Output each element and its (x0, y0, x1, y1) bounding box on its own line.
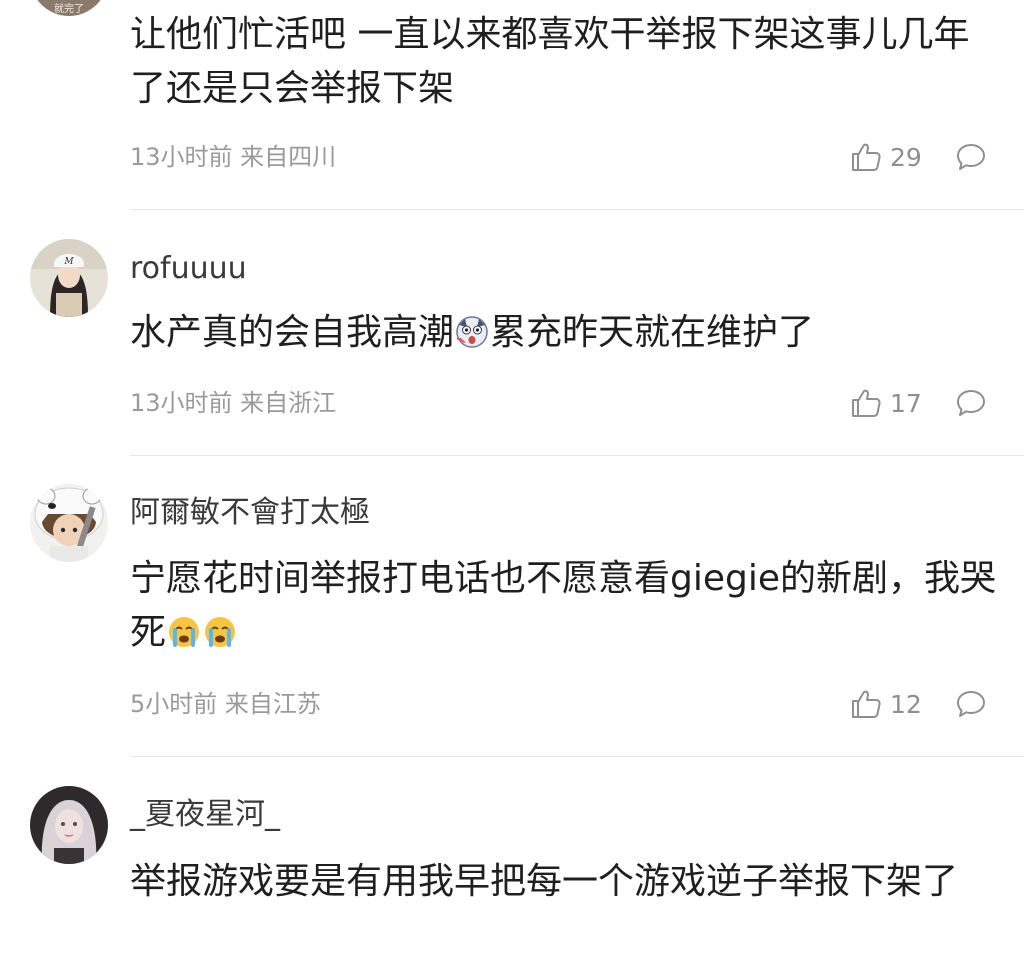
comment-text: 宁愿花时间举报打电话也不愿意看giegie的新剧，我哭死 (130, 552, 1000, 660)
comment-text: 水产真的会自我高潮 累充昨天就在维护了 (130, 306, 1000, 360)
thumbs-up-icon (850, 688, 882, 720)
thumbs-up-icon (850, 387, 882, 419)
like-count: 29 (890, 142, 922, 172)
avatar[interactable]: 就完了 (30, 0, 108, 16)
divider (130, 756, 1024, 757)
comment-meta: 13小时前 来自四川 (130, 143, 337, 171)
comment-meta: 5小时前 来自江苏 (130, 690, 321, 718)
comment-text: 让他们忙活吧 一直以来都喜欢干举报下架这事儿几年了还是只会举报下架 (130, 14, 970, 109)
avatar-caption: 就完了 (54, 2, 84, 15)
cap-letter: M (63, 257, 74, 267)
crying-face-emoji (169, 617, 200, 647)
comment-text-part: 宁愿花时间举报打电话也不愿意看giegie的新剧，我哭死 (130, 558, 997, 653)
like-button[interactable]: 12 (850, 688, 922, 720)
speech-bubble-icon (955, 141, 987, 173)
thumbs-up-icon (850, 141, 882, 173)
username[interactable]: _夏夜星河_ (130, 800, 280, 830)
comment-text-part: 水产真的会自我高潮 (130, 312, 455, 353)
reply-button[interactable] (955, 387, 987, 419)
like-count: 17 (890, 388, 922, 418)
comment-meta: 13小时前 来自浙江 (130, 389, 337, 417)
like-count: 12 (890, 689, 922, 719)
speech-bubble-icon (955, 387, 987, 419)
divider (130, 455, 1024, 456)
username[interactable]: 阿爾敏不會打太極 (130, 498, 370, 528)
dog-shocked-emoji (456, 316, 488, 348)
reply-button[interactable] (955, 141, 987, 173)
like-button[interactable]: 17 (850, 387, 922, 419)
comment-text-part: 累充昨天就在维护了 (490, 312, 815, 353)
username[interactable]: rofuuuu (130, 254, 247, 284)
avatar[interactable]: M (30, 239, 108, 317)
like-button[interactable]: 29 (850, 141, 922, 173)
comment-text: 举报游戏要是有用我早把每一个游戏逆子举报下架了 (130, 861, 959, 902)
avatar[interactable] (30, 484, 108, 562)
crying-face-emoji (205, 617, 236, 647)
speech-bubble-icon (955, 688, 987, 720)
reply-button[interactable] (955, 688, 987, 720)
divider (130, 209, 1024, 210)
avatar[interactable] (30, 786, 108, 864)
